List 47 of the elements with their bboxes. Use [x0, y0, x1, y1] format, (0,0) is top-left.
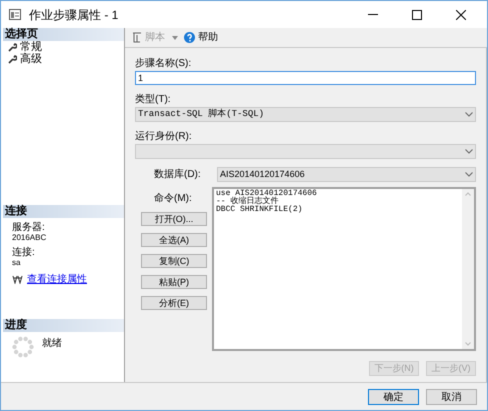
script-icon — [131, 32, 142, 43]
database-select[interactable]: AIS20140120174606 — [217, 167, 476, 182]
step-name-field[interactable]: 1 — [135, 71, 476, 85]
chevron-down-icon — [465, 172, 473, 177]
field-label: 命令(M): — [154, 192, 193, 206]
command-button[interactable]: 全选(A) — [141, 233, 207, 247]
wrench-icon — [8, 54, 17, 64]
minimize-icon — [368, 14, 378, 15]
field-label: 类型(T): — [135, 94, 172, 106]
section-header: 连接 — [3, 205, 124, 218]
field-label: 步骤名称(S): — [135, 58, 192, 70]
wrench-icon — [8, 42, 17, 52]
section-header: 选择页 — [3, 28, 124, 41]
scroll-down-icon — [465, 342, 471, 346]
server-value: 2016ABC — [12, 233, 48, 242]
command-button[interactable]: 打开(O)... — [141, 212, 207, 226]
page-item[interactable]: 高级 — [3, 53, 124, 65]
field-label: 数据库(D): — [154, 168, 202, 182]
code-line: -- 收缩日志文件 — [216, 198, 278, 206]
connection-label: 连接: — [12, 247, 36, 258]
connection-icon — [12, 275, 23, 284]
scroll-up-icon — [465, 192, 471, 196]
progress-status: 就绪 — [42, 336, 62, 351]
command-button[interactable]: 复制(C) — [141, 254, 207, 268]
help-icon — [184, 32, 195, 43]
command-button[interactable]: 粘贴(P) — [141, 275, 207, 289]
progress-spinner-icon — [12, 336, 34, 358]
field-label: 运行身份(R): — [135, 131, 193, 143]
close-icon — [456, 10, 466, 20]
vertical-scrollbar[interactable] — [462, 189, 474, 349]
section-header: 进度 — [3, 319, 124, 332]
dialog-button[interactable]: 确定 — [368, 388, 419, 404]
page-item[interactable]: 常规 — [3, 41, 124, 53]
chevron-down-icon — [465, 112, 473, 117]
window-icon — [9, 9, 21, 20]
connection-value: sa — [12, 258, 22, 267]
code-line: DBCC SHRINKFILE(2) — [216, 206, 304, 214]
command-button[interactable]: 分析(E) — [141, 296, 207, 310]
dialog-button[interactable]: 取消 — [426, 388, 477, 404]
help-button[interactable]: 帮助 — [184, 30, 218, 45]
chevron-down-icon — [465, 149, 473, 154]
command-editor[interactable]: use AIS20140120174606 -- 收缩日志文件 DBCC SHRINKFILE(2) — [212, 187, 476, 351]
type-select[interactable]: Transact-SQL 脚本(T-SQL) — [135, 107, 476, 122]
server-label: 服务器: — [12, 222, 46, 233]
window-title: 作业步骤属性 - 1 — [29, 6, 118, 24]
maximize-icon — [412, 10, 422, 20]
view-connection-properties-link[interactable]: 查看连接属性 — [27, 272, 87, 287]
